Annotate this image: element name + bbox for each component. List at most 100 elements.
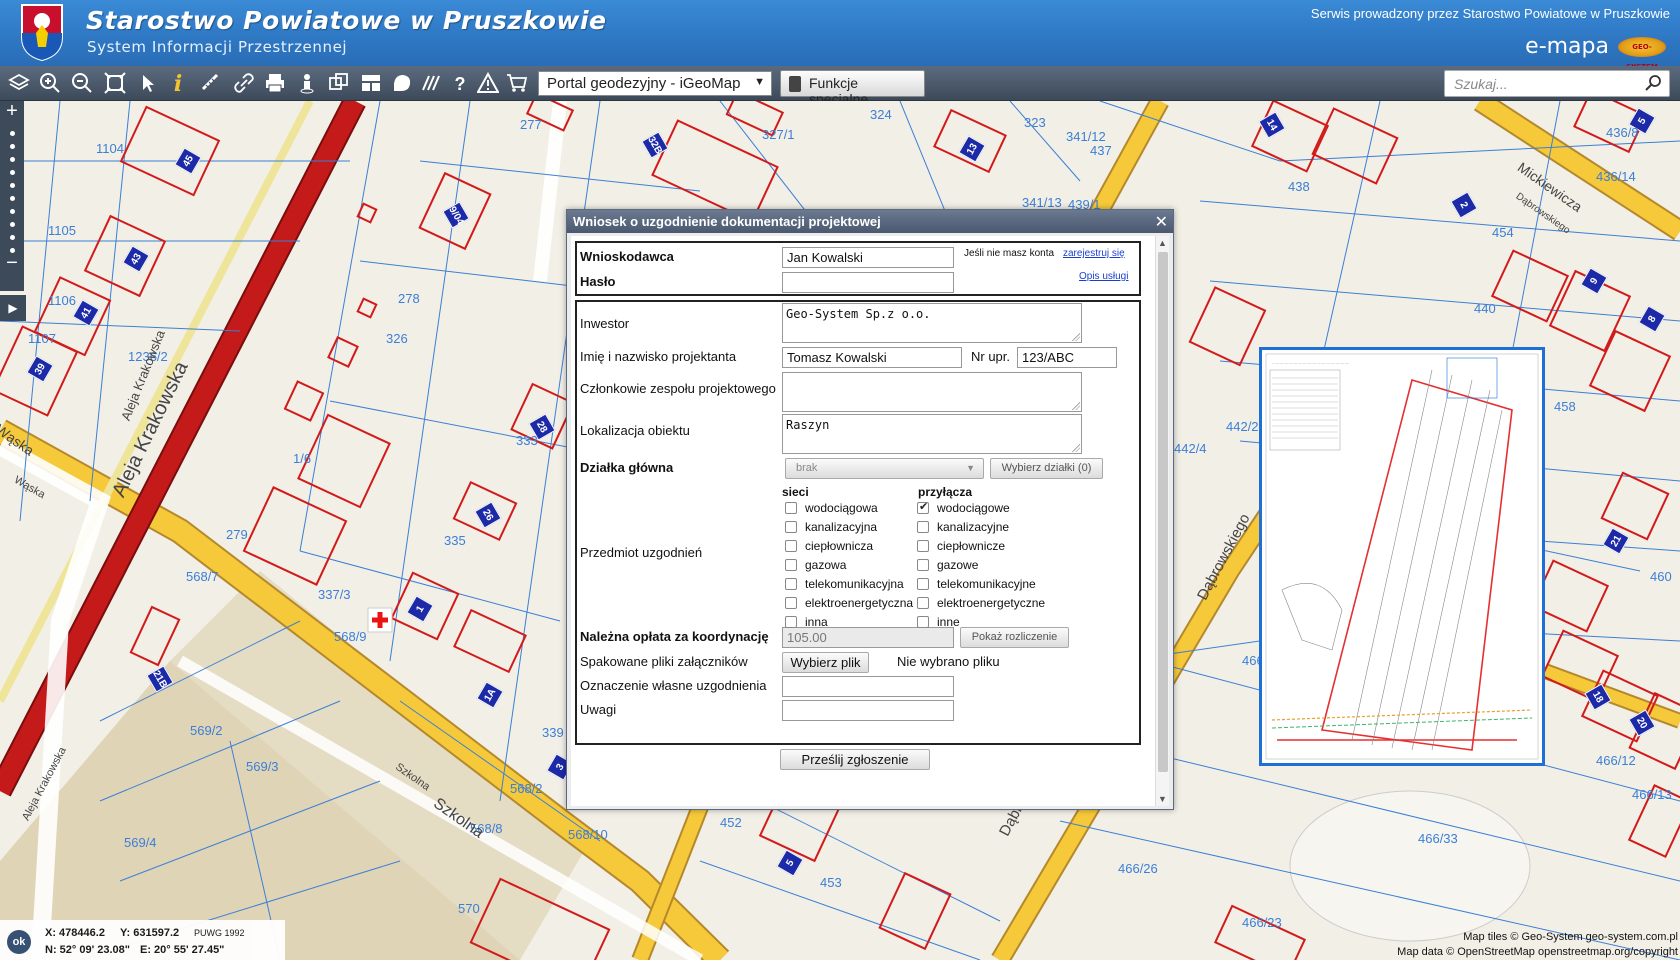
zoom-level-dot[interactable] <box>9 235 15 240</box>
zoom-level-dot[interactable] <box>9 131 15 136</box>
zoom-level-dot[interactable] <box>9 157 15 162</box>
choose-plots-button[interactable]: Wybierz działki (0) <box>990 458 1103 479</box>
zoom-minus-icon[interactable]: − <box>0 253 24 275</box>
parcel-label: 569/4 <box>124 835 157 850</box>
parcel-label: 341/12 <box>1066 129 1106 144</box>
connections-checkbox[interactable] <box>917 540 929 552</box>
shape-icon[interactable] <box>390 72 414 96</box>
zoom-level-dot[interactable] <box>9 222 15 227</box>
networks-checkbox[interactable] <box>785 616 797 628</box>
own-id-input[interactable] <box>782 676 954 697</box>
connections-checkbox-label: telekomunikacyjne <box>937 577 1036 591</box>
zoom-level-dot[interactable] <box>9 144 15 149</box>
main-plot-select[interactable]: brak ▼ <box>785 458 984 479</box>
compare-icon[interactable] <box>327 72 351 96</box>
parcel-label: 568/2 <box>510 781 543 796</box>
submit-button[interactable]: Prześlij zgłoszenie <box>780 749 930 770</box>
connections-checkbox[interactable] <box>917 616 929 628</box>
main-plot-label: Działka główna <box>580 460 674 475</box>
login-panel: Wnioskodawca Jan Kowalski Hasło Jeśli ni… <box>575 241 1141 296</box>
hatch-icon[interactable] <box>420 72 444 96</box>
connections-checkbox[interactable] <box>917 597 929 609</box>
site-subtitle: System Informacji Przestrzennej <box>87 38 348 56</box>
special-functions-button[interactable]: Funkcje specjalne <box>780 70 925 107</box>
parcel-label: 569/3 <box>246 759 279 774</box>
search-input[interactable]: Szukaj... <box>1444 70 1670 97</box>
scroll-down-icon[interactable]: ▼ <box>1158 794 1167 804</box>
parcel-label: 341/13 <box>1022 195 1062 210</box>
zoom-plus-icon[interactable]: + <box>0 101 24 123</box>
zoom-level-dot[interactable] <box>9 170 15 175</box>
info-icon[interactable]: i <box>166 72 190 96</box>
parcel-label: 437 <box>1090 143 1112 158</box>
zoom-in-icon[interactable] <box>38 72 62 96</box>
parcel-label: 466/33 <box>1418 831 1458 846</box>
networks-checkbox[interactable] <box>785 540 797 552</box>
networks-checkbox[interactable] <box>785 502 797 514</box>
zoom-level-dot[interactable] <box>9 183 15 188</box>
resize-grip-icon[interactable] <box>1072 444 1080 452</box>
license-input[interactable]: 123/ABC <box>1017 347 1117 368</box>
license-label: Nr upr. <box>971 349 1011 364</box>
notes-input[interactable] <box>782 700 954 721</box>
parcel-label: 466/23 <box>1242 915 1282 930</box>
networks-checkbox[interactable] <box>785 559 797 571</box>
warning-icon[interactable] <box>476 71 500 96</box>
layout-icon[interactable] <box>359 72 383 96</box>
scrollbar-thumb[interactable] <box>1158 252 1168 772</box>
networks-checkbox[interactable] <box>785 521 797 533</box>
connections-checkbox[interactable] <box>917 521 929 533</box>
layers-icon[interactable] <box>7 72 31 96</box>
parcel-label: 442/2 <box>1226 419 1259 434</box>
document-preview[interactable]: ........................................… <box>1259 347 1545 766</box>
designer-input[interactable]: Tomasz Kowalski <box>782 347 962 368</box>
ok-button[interactable]: ok <box>7 930 31 954</box>
print-icon[interactable] <box>263 72 287 96</box>
close-icon[interactable]: ✕ <box>1155 212 1168 232</box>
connections-checkbox[interactable] <box>917 500 929 514</box>
sidebar-toggle-icon[interactable]: ▶ <box>0 295 26 321</box>
service-description-link[interactable]: Opis usługi <box>1079 271 1128 282</box>
link-icon[interactable] <box>232 72 256 96</box>
networks-checkbox[interactable] <box>785 597 797 609</box>
notes-label: Uwagi <box>580 702 617 717</box>
networks-checkbox[interactable] <box>785 578 797 590</box>
portal-select[interactable]: Portal geodezyjny - iGeoMap ▼ <box>538 71 772 96</box>
investor-textarea[interactable]: Geo-System Sp.z o.o. <box>782 303 1082 343</box>
resize-grip-icon[interactable] <box>1072 402 1080 410</box>
parcel-label: 460 <box>1650 569 1672 584</box>
help-icon[interactable]: ? <box>448 72 472 96</box>
search-icon[interactable] <box>1645 74 1663 95</box>
resize-grip-icon[interactable] <box>1072 333 1080 341</box>
choose-file-button[interactable]: Wybierz plik <box>782 652 869 673</box>
select-icon[interactable] <box>136 72 160 96</box>
location-textarea[interactable]: Raszyn <box>782 414 1082 454</box>
map-copyright: Map tiles © Geo-System geo-system.com.pl… <box>1397 930 1678 960</box>
cart-icon[interactable] <box>505 72 529 96</box>
zoom-level-dot[interactable] <box>9 209 15 214</box>
parcel-label: 323 <box>1024 115 1046 130</box>
zoom-level-dot[interactable] <box>9 196 15 201</box>
streetview-icon[interactable] <box>295 72 319 96</box>
chevron-down-icon: ▼ <box>966 463 975 473</box>
investor-value: Geo-System Sp.z o.o. <box>786 307 931 321</box>
team-textarea[interactable] <box>782 372 1082 412</box>
service-note: Serwis prowadzony przez Starostwo Powiat… <box>1310 6 1670 21</box>
emapa-logo[interactable]: e-mapa GEO-SYSTEM <box>1525 34 1666 71</box>
parcel-label: 453 <box>820 875 842 890</box>
zoom-extent-icon[interactable] <box>103 72 127 96</box>
zoom-out-icon[interactable] <box>70 72 94 96</box>
connections-checkbox[interactable] <box>917 578 929 590</box>
password-input[interactable] <box>782 272 954 293</box>
scroll-up-icon[interactable]: ▲ <box>1158 238 1167 248</box>
applicant-input[interactable]: Jan Kowalski <box>782 247 954 268</box>
dialog-scrollbar[interactable]: ▲ ▼ <box>1155 236 1169 806</box>
connections-checkbox[interactable] <box>917 559 929 571</box>
parcel-label: 327/1 <box>762 127 795 142</box>
measure-icon[interactable] <box>199 72 223 96</box>
dialog-header[interactable]: Wniosek o uzgodnienie dokumentacji proje… <box>567 210 1173 233</box>
zoom-slider[interactable]: + − <box>0 101 24 291</box>
parcel-label: 1/6 <box>293 451 312 466</box>
register-link[interactable]: zarejestruj się <box>1063 248 1125 259</box>
show-settlement-button[interactable]: Pokaż rozliczenie <box>960 627 1069 648</box>
